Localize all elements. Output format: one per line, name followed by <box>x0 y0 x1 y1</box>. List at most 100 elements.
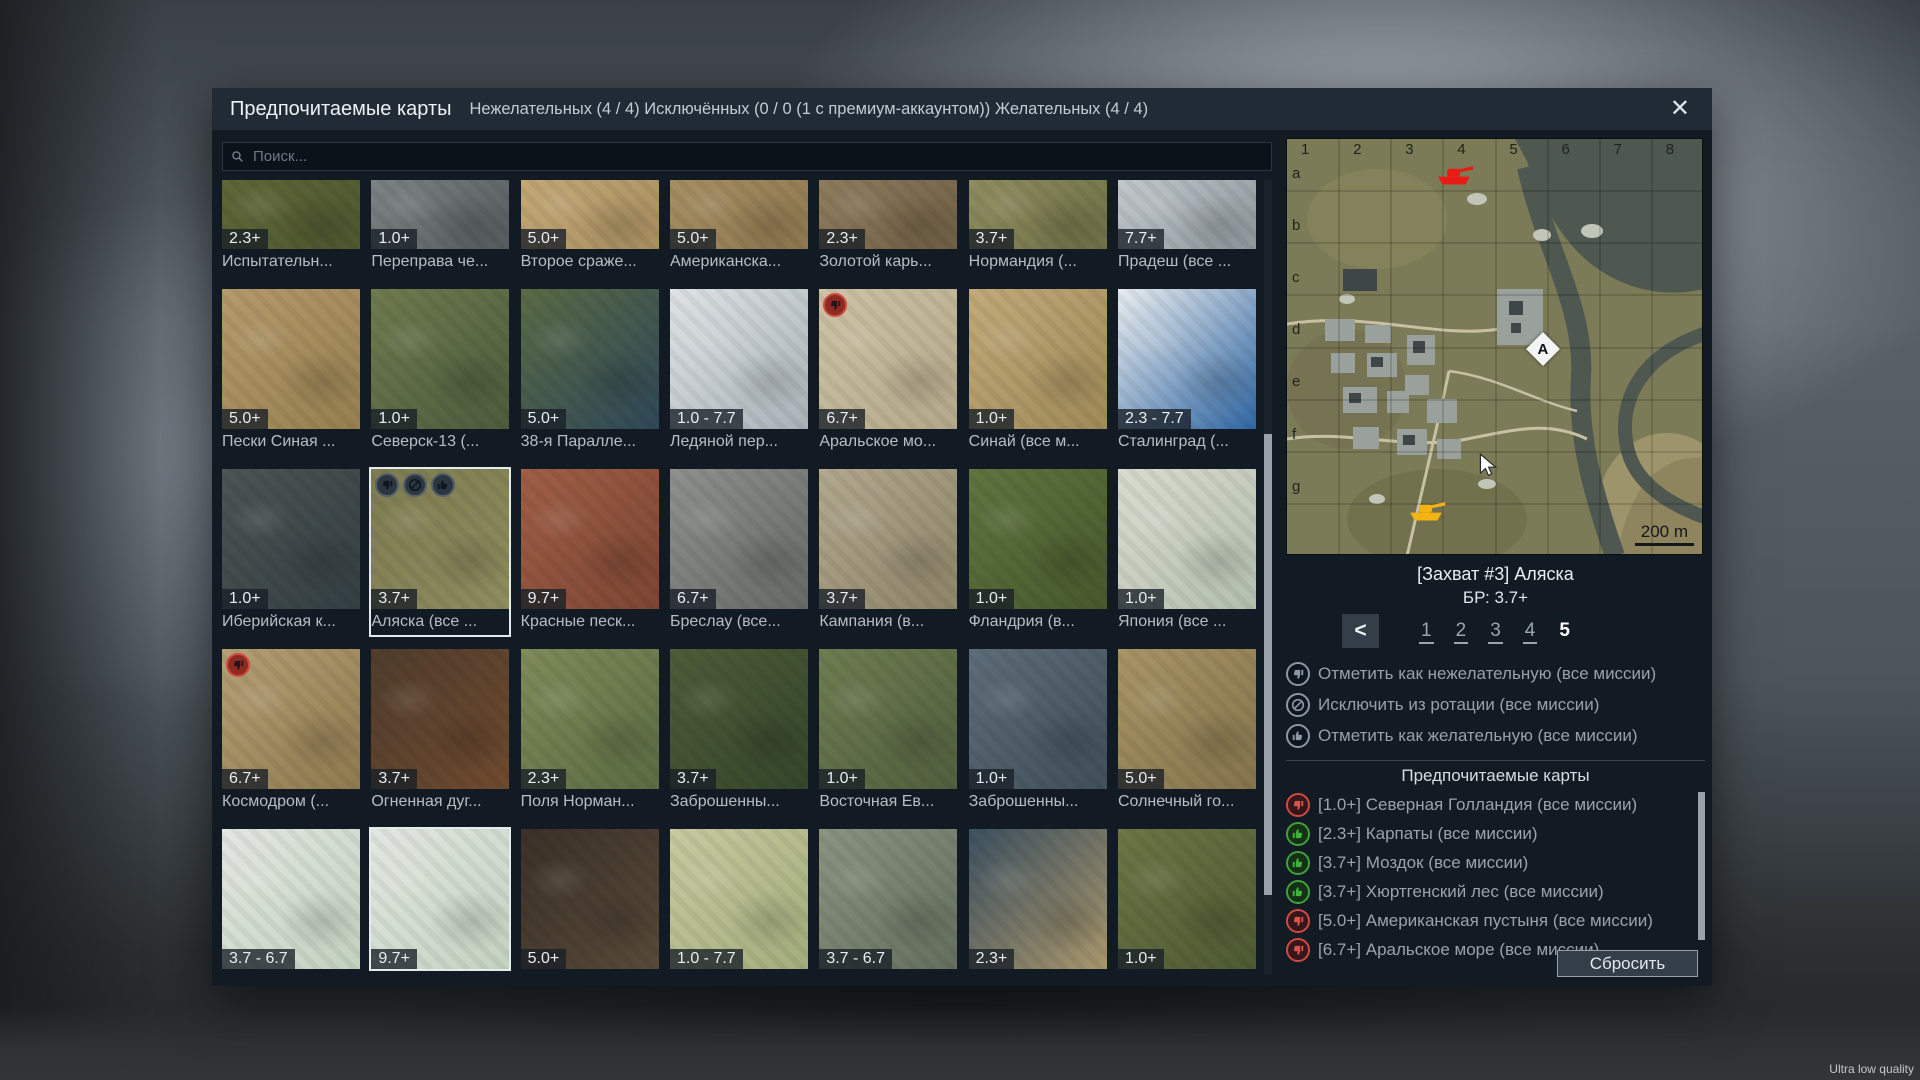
battle-rating-badge: 5.0+ <box>521 949 567 969</box>
map-tile[interactable]: 5.0+ <box>521 829 659 969</box>
map-tile[interactable]: 1.0+Иберийская к... <box>222 469 360 635</box>
map-action-like[interactable]: Отметить как желательную (все миссии) <box>1286 720 1705 751</box>
tile-row: 3.7 - 6.79.7+5.0+1.0 - 7.73.7 - 6.72.3+1… <box>222 829 1256 969</box>
map-tile[interactable]: 3.7+Заброшенны... <box>670 649 808 815</box>
map-tile[interactable]: 5.0+Второе сраже... <box>521 180 659 275</box>
battle-rating-badge: 2.3 - 7.7 <box>1118 409 1191 429</box>
map-tile-name: Фландрия (в... <box>969 613 1107 635</box>
map-tile[interactable]: 7.7+Прадеш (все ... <box>1118 180 1256 275</box>
map-tile-thumbnail: 3.7+ <box>670 649 808 789</box>
page-number[interactable]: 5 <box>1557 621 1572 644</box>
pager-back-button[interactable]: < <box>1342 614 1379 648</box>
preferred-list-title: Предпочитаемые карты <box>1286 766 1705 786</box>
map-detail-panel: 12345678abcdefg A 200 m <box>1286 130 1705 986</box>
preferred-map-item[interactable]: [2.3+] Карпаты (все миссии) <box>1286 819 1691 848</box>
map-tile[interactable]: 1.0+Восточная Ев... <box>819 649 957 815</box>
page-number[interactable]: 4 <box>1523 621 1538 644</box>
dislike-badge-icon <box>226 653 250 677</box>
search-icon <box>231 150 244 163</box>
map-tile[interactable]: 6.7+Бреслау (все... <box>670 469 808 635</box>
map-tile[interactable]: 6.7+Космодром (... <box>222 649 360 815</box>
map-tile-name: Северск-13 (... <box>371 433 509 455</box>
close-button[interactable]: ✕ <box>1666 97 1694 121</box>
map-action-dislike[interactable]: Отметить как нежелательную (все миссии) <box>1286 658 1705 689</box>
map-tile[interactable]: 9.7+ <box>371 829 509 969</box>
map-tile[interactable]: 2.3+ Испытательн... <box>222 180 360 275</box>
map-tile[interactable]: 2.3+ <box>969 829 1107 969</box>
minimap[interactable]: 12345678abcdefg A 200 m <box>1286 138 1703 555</box>
map-tile[interactable]: 3.7 - 6.7 <box>819 829 957 969</box>
map-tile[interactable]: 3.7+Огненная дуг... <box>371 649 509 815</box>
map-tile[interactable]: 5.0+38-я Паралле... <box>521 289 659 455</box>
grid-scrollbar-thumb[interactable] <box>1264 434 1272 895</box>
ally-tank-icon <box>1405 497 1447 528</box>
map-tile[interactable]: 1.0 - 7.7 <box>670 829 808 969</box>
search-box[interactable] <box>222 142 1272 171</box>
map-tile[interactable]: 3.7+Нормандия (... <box>969 180 1107 275</box>
map-tile-thumbnail: 5.0+ <box>521 829 659 969</box>
minimap-column-label: 7 <box>1614 141 1622 158</box>
dislike-badge-icon <box>375 473 399 497</box>
section-divider <box>1286 760 1705 761</box>
map-tile[interactable]: 3.7+ Аляска (все ... <box>371 469 509 635</box>
map-action-exclude[interactable]: Исключить из ротации (все миссии) <box>1286 689 1705 720</box>
map-tile[interactable]: 2.3+Золотой карь... <box>819 180 957 275</box>
like-badge-icon <box>431 473 455 497</box>
page-number[interactable]: 3 <box>1488 621 1503 644</box>
preferred-map-item[interactable]: [3.7+] Моздок (все миссии) <box>1286 848 1691 877</box>
map-tile[interactable]: 1.0 - 7.7Ледяной пер... <box>670 289 808 455</box>
minimap-column-label: 6 <box>1562 141 1570 158</box>
minimap-column-label: 8 <box>1666 141 1674 158</box>
search-input[interactable] <box>251 147 1263 166</box>
map-tile[interactable]: 1.0+Фландрия (в... <box>969 469 1107 635</box>
map-tile-thumbnail: 1.0+ <box>969 289 1107 429</box>
map-tile-name: Нормандия (... <box>969 253 1107 275</box>
map-tile[interactable]: 1.0+Северск-13 (... <box>371 289 509 455</box>
dialog-body: 2.3+Испытательн...1.0+Переправа че...5.0… <box>212 130 1712 986</box>
map-tile-thumbnail: 3.7+ <box>819 469 957 609</box>
map-tile[interactable]: 2.3 - 7.7Сталинград (... <box>1118 289 1256 455</box>
battle-rating-badge: 9.7+ <box>371 949 417 969</box>
map-tile-name: Аляска (все ... <box>371 613 509 635</box>
dialog-header: Предпочитаемые карты Нежелательных (4 / … <box>212 88 1712 130</box>
map-tile-name: Испытательн... <box>222 253 360 275</box>
list-scrollbar[interactable] <box>1698 792 1705 940</box>
dislike-icon <box>1286 909 1310 933</box>
list-scrollbar-thumb[interactable] <box>1698 792 1705 940</box>
map-tile-thumbnail: 3.7+ <box>371 469 509 609</box>
minimap-row-label: c <box>1292 269 1300 286</box>
map-tile-name: Красные песк... <box>521 613 659 635</box>
map-tile[interactable]: 1.0+Синай (все м... <box>969 289 1107 455</box>
map-tile[interactable]: 1.0+ <box>1118 829 1256 969</box>
map-tile[interactable]: 5.0+Солнечный го... <box>1118 649 1256 815</box>
map-tile[interactable]: 5.0+Американска... <box>670 180 808 275</box>
map-tile-thumbnail: 6.7+ <box>819 289 957 429</box>
map-tile-name: Переправа че... <box>371 253 509 275</box>
preferred-map-item[interactable]: [1.0+] Северная Голландия (все миссии) <box>1286 790 1691 819</box>
reset-button[interactable]: Сбросить <box>1557 950 1698 977</box>
preferred-map-item[interactable]: [3.7+] Хюртгенский лес (все миссии) <box>1286 877 1691 906</box>
preferred-map-label: [2.3+] Карпаты (все миссии) <box>1318 824 1538 844</box>
map-tile[interactable]: 3.7+Кампания (в... <box>819 469 957 635</box>
page-number[interactable]: 2 <box>1454 621 1469 644</box>
map-tile[interactable]: 5.0+Пески Синая ... <box>222 289 360 455</box>
map-tile[interactable]: 9.7+Красные песк... <box>521 469 659 635</box>
minimap-row-label: f <box>1292 426 1296 443</box>
page-number[interactable]: 1 <box>1419 621 1434 644</box>
map-tile[interactable]: 1.0+Переправа че... <box>371 180 509 275</box>
map-tile-thumbnail: 2.3+ <box>969 829 1107 969</box>
map-tile[interactable]: 6.7+Аральское мо... <box>819 289 957 455</box>
map-tile[interactable]: 3.7 - 6.7 <box>222 829 360 969</box>
map-tile-thumbnail: 1.0+ <box>819 649 957 789</box>
map-tile-thumbnail: 6.7+ <box>222 649 360 789</box>
grid-scrollbar[interactable] <box>1264 180 1272 975</box>
preferred-map-item[interactable]: [5.0+] Американская пустыня (все миссии) <box>1286 906 1691 935</box>
map-tile[interactable]: 2.3+Поля Норман... <box>521 649 659 815</box>
map-tile[interactable]: 1.0+Япония (все ... <box>1118 469 1256 635</box>
minimap-row-label: b <box>1292 217 1300 234</box>
battle-rating-badge: 5.0+ <box>521 409 567 429</box>
map-tile-thumbnail: 2.3+ <box>222 180 360 249</box>
map-tile[interactable]: 1.0+Заброшенны... <box>969 649 1107 815</box>
minimap-column-label: 2 <box>1353 141 1361 158</box>
map-tile-thumbnail: 5.0+ <box>1118 649 1256 789</box>
